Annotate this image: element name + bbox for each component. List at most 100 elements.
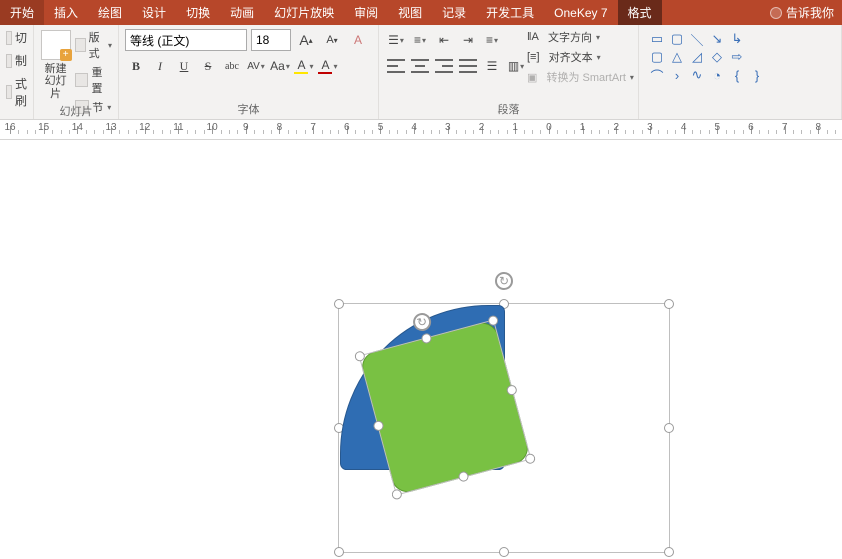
tab-view[interactable]: 视图 bbox=[388, 0, 432, 25]
shape-line-icon[interactable]: ＼ bbox=[687, 31, 707, 47]
bullets-button[interactable]: ☰▾ bbox=[385, 29, 407, 51]
copy-button[interactable]: 制 bbox=[6, 52, 27, 69]
highlight-button[interactable]: A▾ bbox=[293, 55, 315, 77]
ruler-label: 13 bbox=[105, 122, 116, 133]
italic-button[interactable]: I bbox=[149, 55, 171, 77]
ruler-label: 7 bbox=[782, 122, 788, 133]
tab-design[interactable]: 设计 bbox=[132, 0, 176, 25]
align-left-icon bbox=[387, 59, 405, 73]
handle-tr[interactable] bbox=[664, 299, 674, 309]
tell-me-search[interactable]: 告诉我你 bbox=[762, 0, 842, 25]
shape-triangle-icon[interactable]: △ bbox=[667, 49, 687, 65]
shape-rect-icon[interactable]: ▭ bbox=[647, 31, 667, 47]
ruler-label: 16 bbox=[4, 122, 15, 133]
decrease-font-button[interactable]: A▾ bbox=[321, 29, 343, 51]
horizontal-ruler[interactable]: 16151413121110987654321012345678 bbox=[0, 120, 842, 140]
line-spacing-button[interactable]: ≡▾ bbox=[481, 29, 503, 51]
font-size-input[interactable] bbox=[251, 29, 291, 51]
tab-insert[interactable]: 插入 bbox=[44, 0, 88, 25]
handle-tl[interactable] bbox=[334, 299, 344, 309]
ruler-label: 10 bbox=[207, 122, 218, 133]
ruler-label: 4 bbox=[411, 122, 417, 133]
change-case-button[interactable]: Aa▾ bbox=[269, 55, 291, 77]
align-justify-button[interactable] bbox=[457, 55, 479, 77]
align-center-button[interactable] bbox=[409, 55, 431, 77]
slide-canvas[interactable] bbox=[0, 140, 842, 559]
increase-font-button[interactable]: A▴ bbox=[295, 29, 317, 51]
shape-connector-icon[interactable]: ↳ bbox=[727, 31, 747, 47]
shape-arc-icon[interactable]: ⌒ bbox=[647, 67, 667, 83]
ruler-label: 3 bbox=[647, 122, 653, 133]
ruler-label: 9 bbox=[243, 122, 249, 133]
shape-brace-icon[interactable]: { bbox=[727, 67, 747, 83]
cut-button[interactable]: 切 bbox=[6, 29, 27, 46]
convert-smartart-button[interactable]: ▣ 转换为 SmartArt▾ bbox=[527, 69, 634, 85]
tab-onekey[interactable]: OneKey 7 bbox=[544, 0, 617, 25]
tab-slideshow[interactable]: 幻灯片放映 bbox=[264, 0, 344, 25]
ruler-label: 8 bbox=[277, 122, 283, 133]
shape-rtriangle-icon[interactable]: ◿ bbox=[687, 49, 707, 65]
tab-animations[interactable]: 动画 bbox=[220, 0, 264, 25]
new-slide-button[interactable]: 新建 幻灯片 bbox=[40, 29, 71, 101]
tab-draw[interactable]: 绘图 bbox=[88, 0, 132, 25]
ruler-label: 6 bbox=[748, 122, 754, 133]
rotate-handle-outer[interactable] bbox=[495, 272, 513, 290]
ruler-label: 8 bbox=[816, 122, 822, 133]
layout-button[interactable]: 版式▾ bbox=[75, 29, 112, 61]
group-shapes: ▭ ▢ ＼ ↘ ↳ ▢ △ ◿ ◇ ⇨ ⌒ › ∿ ◔ { } bbox=[639, 25, 842, 119]
align-text-icon: [≡] bbox=[527, 51, 540, 63]
shape-brace2-icon[interactable]: } bbox=[747, 67, 767, 83]
layout-icon bbox=[75, 38, 85, 52]
shadow-button[interactable]: abc bbox=[221, 55, 243, 77]
char-spacing-button[interactable]: AV▾ bbox=[245, 55, 267, 77]
align-text-button[interactable]: [≡] 对齐文本▾ bbox=[527, 49, 634, 65]
ruler-label: 2 bbox=[479, 122, 485, 133]
text-direction-button[interactable]: ‖A 文字方向▾ bbox=[527, 29, 634, 45]
ribbon: 切 制 式刷 新建 幻灯片 版式▾ 重置 节▾ 幻灯片 A▴ A▾ bbox=[0, 25, 842, 120]
format-painter-button[interactable]: 式刷 bbox=[6, 75, 27, 109]
tab-home[interactable]: 开始 bbox=[0, 0, 44, 25]
font-name-input[interactable] bbox=[125, 29, 247, 51]
align-right-icon bbox=[435, 59, 453, 73]
tab-developer[interactable]: 开发工具 bbox=[476, 0, 544, 25]
handle-bl[interactable] bbox=[334, 547, 344, 557]
group-label-font: 字体 bbox=[125, 99, 372, 117]
shape-arrow-icon[interactable]: ↘ bbox=[707, 31, 727, 47]
strike-button[interactable]: S bbox=[197, 55, 219, 77]
ruler-label: 0 bbox=[546, 122, 552, 133]
shape-roundrect-icon[interactable]: ▢ bbox=[647, 49, 667, 65]
group-label-paragraph: 段落 bbox=[385, 99, 632, 117]
underline-button[interactable]: U bbox=[173, 55, 195, 77]
columns-button[interactable]: ▥▾ bbox=[505, 55, 527, 77]
shape-pie-icon[interactable]: ◔ bbox=[707, 67, 727, 83]
shape-chevron-icon[interactable]: › bbox=[667, 67, 687, 83]
handle-br[interactable] bbox=[664, 547, 674, 557]
tab-format[interactable]: 格式 bbox=[618, 0, 662, 25]
font-color-button[interactable]: A▾ bbox=[317, 55, 339, 77]
chevron-down-icon: ▾ bbox=[108, 41, 112, 50]
ruler-label: 3 bbox=[445, 122, 451, 133]
handle-mr[interactable] bbox=[664, 423, 674, 433]
tab-transitions[interactable]: 切换 bbox=[176, 0, 220, 25]
ruler-label: 1 bbox=[512, 122, 518, 133]
indent-increase-button[interactable]: ⇥ bbox=[457, 29, 479, 51]
shapes-gallery[interactable]: ▭ ▢ ＼ ↘ ↳ ▢ △ ◿ ◇ ⇨ ⌒ › ∿ ◔ { } bbox=[645, 29, 835, 85]
numbering-button[interactable]: ≡▾ bbox=[409, 29, 431, 51]
indent-decrease-button[interactable]: ⇤ bbox=[433, 29, 455, 51]
shape-textbox-icon[interactable]: ▢ bbox=[667, 31, 687, 47]
shape-curve-icon[interactable]: ∿ bbox=[687, 67, 707, 83]
ruler-label: 14 bbox=[72, 122, 83, 133]
handle-bm[interactable] bbox=[499, 547, 509, 557]
distribute-button[interactable]: ☰ bbox=[481, 55, 503, 77]
clear-format-button[interactable]: A bbox=[347, 29, 369, 51]
smartart-icon: ▣ bbox=[527, 71, 537, 84]
tab-record[interactable]: 记录 bbox=[432, 0, 476, 25]
bold-button[interactable]: B bbox=[125, 55, 147, 77]
reset-button[interactable]: 重置 bbox=[75, 64, 112, 96]
shape-diamond-icon[interactable]: ◇ bbox=[707, 49, 727, 65]
tab-review[interactable]: 审阅 bbox=[344, 0, 388, 25]
shape-blockarrow-icon[interactable]: ⇨ bbox=[727, 49, 747, 65]
group-label-slides: 幻灯片 bbox=[40, 101, 112, 119]
align-left-button[interactable] bbox=[385, 55, 407, 77]
align-right-button[interactable] bbox=[433, 55, 455, 77]
